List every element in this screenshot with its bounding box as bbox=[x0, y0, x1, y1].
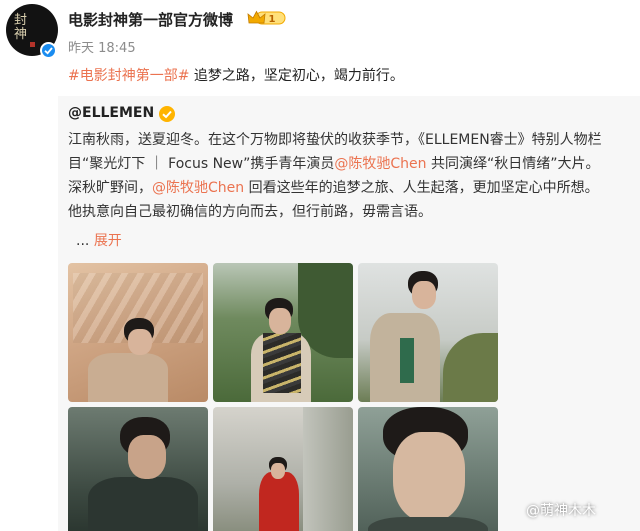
mention-link[interactable]: @陈牧驰Chen bbox=[334, 156, 426, 172]
photo-5[interactable] bbox=[213, 407, 353, 531]
repost-line-3: 深秋旷野间，@陈牧驰Chen 回看这些年的追梦之旅、人生起落，更加坚定心中所想。 bbox=[68, 180, 599, 196]
post-time[interactable]: 昨天 18:45 bbox=[68, 37, 136, 56]
watermark: @萌神木木 bbox=[526, 503, 596, 519]
photo-grid bbox=[68, 263, 498, 531]
verified-gold-icon bbox=[159, 106, 175, 122]
avatar-logo: 封 神 bbox=[14, 13, 29, 42]
ellipsis: ... bbox=[76, 233, 90, 249]
repost-author[interactable]: @ELLEMEN bbox=[68, 105, 154, 121]
mention-link[interactable]: @陈牧驰Chen bbox=[152, 180, 244, 196]
photo-1[interactable] bbox=[68, 263, 208, 402]
repost-line-4: 他执意向自己最初确信的方向而去，但行前路，毋需言语。 bbox=[68, 204, 432, 220]
photo-3[interactable] bbox=[358, 263, 498, 402]
member-crown-icon[interactable]: 1 bbox=[247, 10, 287, 26]
author-name[interactable]: 电影封神第一部官方微博 bbox=[68, 9, 233, 30]
verified-blue-icon bbox=[40, 42, 57, 59]
repost-line-1: 江南秋雨，送夏迎冬。在这个万物即将蛰伏的收获季节，《ELLEMEN睿士》特别人物… bbox=[68, 132, 602, 148]
photo-2[interactable] bbox=[213, 263, 353, 402]
post-header: 封 神 电影封神第一部官方微博 1 昨天 18:45 #电影封神第一部# 追梦之… bbox=[0, 0, 640, 96]
member-level: 1 bbox=[269, 14, 276, 25]
photo-6[interactable] bbox=[358, 407, 498, 531]
expand-link[interactable]: 展开 bbox=[94, 233, 122, 249]
expand-row: ... 展开 bbox=[76, 230, 122, 250]
repost-card[interactable]: @ELLEMEN 江南秋雨，送夏迎冬。在这个万物即将蛰伏的收获季节，《ELLEM… bbox=[58, 96, 640, 531]
post-body: 追梦之路，坚定初心，竭力前行。 bbox=[189, 68, 404, 84]
post-text: #电影封神第一部# 追梦之路，坚定初心，竭力前行。 bbox=[68, 65, 404, 85]
repost-line-2: 目“聚光灯下 ｜ Focus New”携手青年演员@陈牧驰Chen 共同演绎“秋… bbox=[68, 156, 600, 172]
photo-4[interactable] bbox=[68, 407, 208, 531]
avatar-seal bbox=[30, 42, 35, 47]
topic-link[interactable]: #电影封神第一部# bbox=[68, 68, 189, 84]
